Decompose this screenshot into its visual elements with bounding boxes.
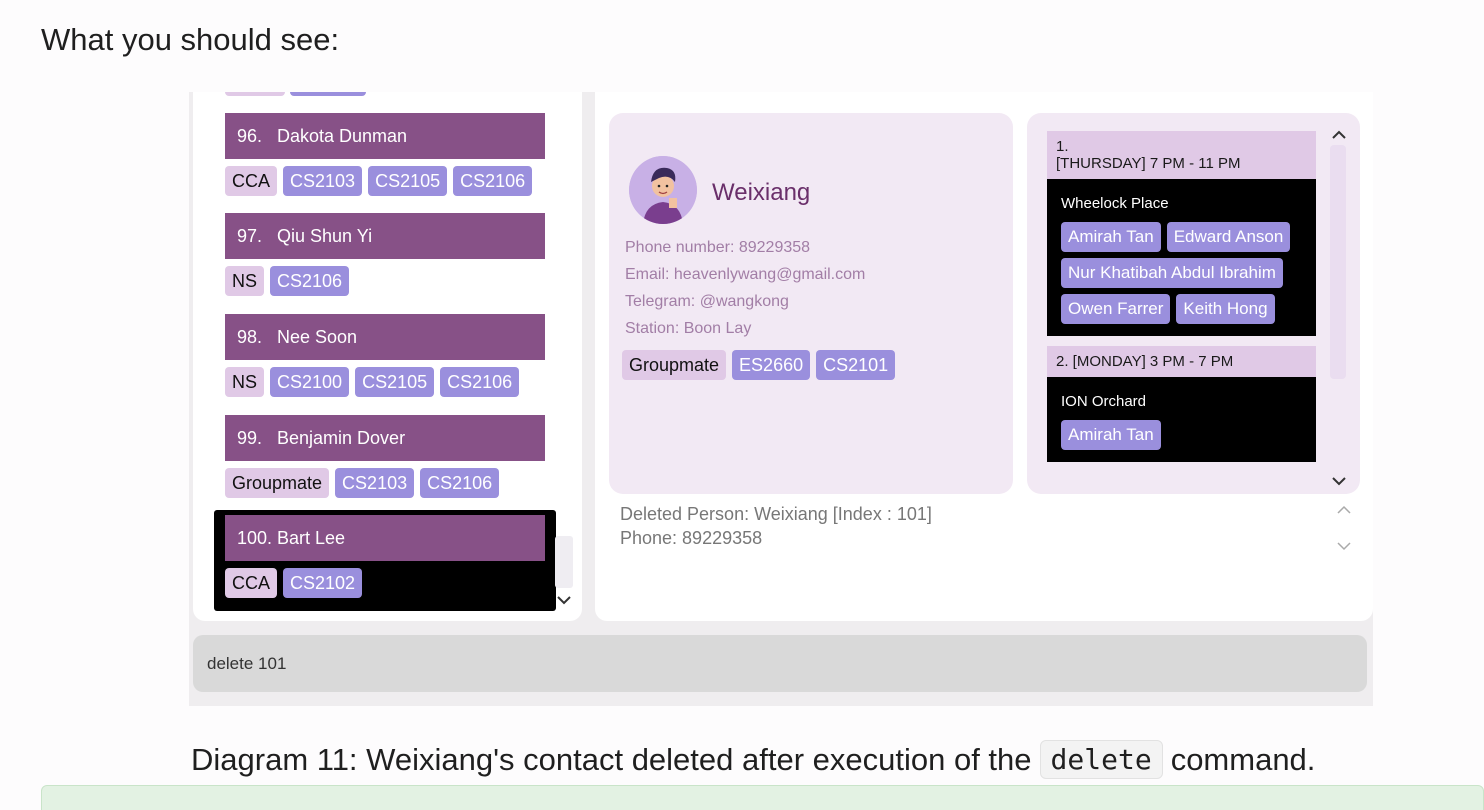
partial-tag [225,92,285,96]
person-phone: Phone number: 89229358 [625,239,811,256]
list-item-tags: NS CS2106 [225,266,545,296]
list-item-header: 99. Benjamin Dover [225,415,545,461]
tag-badge: CS2106 [270,266,350,296]
detail-panel: Weixiang Phone number: 89229358 Email: h… [595,92,1373,621]
meeting-location: ION Orchard [1061,393,1147,410]
list-item[interactable]: 99. Benjamin Dover Groupmate CS2103 CS2106 [225,415,545,498]
list-item-header: 96. Dakota Dunman [225,113,545,159]
participant-badge: Edward Anson [1166,222,1291,252]
person-station: Station: Boon Lay [625,320,752,337]
list-item-name: Dakota Dunman [277,125,408,146]
list-item-name: Nee Soon [277,326,358,347]
tag-badge: CS2102 [283,568,363,598]
meeting-header-line: 1. [1056,138,1069,155]
tag-badge: Groupmate [225,468,330,498]
person-tags: Groupmate ES2660 CS2101 [622,350,896,380]
caption-text: Diagram 11: Weixiang's contact deleted a… [191,741,1032,777]
participant-badge: Amirah Tan [1061,222,1161,252]
result-line-2: Phone: 89229358 [620,528,763,548]
meeting-body: Wheelock Place Amirah Tan Edward Anson Nur … [1047,179,1316,336]
chevron-down-icon[interactable] [1332,473,1346,491]
tag-badge: NS [225,367,265,397]
meetings-list: 1. [THURSDAY] 7 PM - 11 PM Wheelock Place A… [1047,131,1316,489]
result-display: Deleted Person: Weixiang [Index : 101] P… [620,502,932,550]
meeting-location: Wheelock Place [1061,195,1169,212]
command-input[interactable]: delete 101 [193,635,1367,692]
list-item-tags: CCA CS2102 [225,568,545,598]
chevron-up-icon[interactable] [1337,502,1351,520]
figure-caption: Diagram 11: Weixiang's contact deleted a… [191,740,1315,779]
list-item-index: 99. [237,427,263,448]
tag-badge: CS2106 [440,367,520,397]
list-item-tags: Groupmate CS2103 CS2106 [225,468,545,498]
list-item-header: 98. Nee Soon [225,314,545,360]
tag-badge: CCA [225,568,278,598]
list-item-index: 96. [237,125,263,146]
tag-badge: CS2106 [453,166,533,196]
person-card: Weixiang Phone number: 89229358 Email: h… [609,113,1013,494]
list-item[interactable]: 97. Qiu Shun Yi NS CS2106 [225,213,545,296]
meeting-header-line: 2. [MONDAY] 3 PM - 7 PM [1056,353,1234,370]
participant-badge: Owen Farrer [1061,294,1171,324]
list-item[interactable]: 100. Bart Lee CCA CS2102 [225,515,545,598]
tag-badge: CS2100 [270,367,350,397]
meetings-panel[interactable]: 1. [THURSDAY] 7 PM - 11 PM Wheelock Place A… [1027,113,1360,494]
tag-badge: CS2105 [355,367,435,397]
meeting-body: ION Orchard Amirah Tan [1047,377,1316,462]
list-item[interactable]: 96. Dakota Dunman CCA CS2103 CS2105 CS2106 [225,113,545,196]
tag-badge: CCA [225,166,278,196]
tag-badge: Groupmate [622,350,727,380]
list-item-index: 98. [237,326,263,347]
meeting-time: [THURSDAY] 7 PM - 11 PM [1056,155,1241,172]
list-item-header: 97. Qiu Shun Yi [225,213,545,259]
tag-badge: CS2105 [368,166,448,196]
list-item-index: 100. [237,527,273,548]
chevron-down-icon[interactable] [1337,538,1351,556]
list-scrollbar-thumb[interactable] [555,536,573,588]
meeting-participants: Amirah Tan Edward Anson Nur Khatibah Abdul… [1061,222,1302,324]
list-item[interactable]: 98. Nee Soon NS CS2100 CS2105 CS2106 [225,314,545,397]
list-item-tags: CCA CS2103 CS2105 CS2106 [225,166,545,196]
page-heading: What you should see: [41,22,340,57]
participant-badge: Nur Khatibah Abdul Ibrahim [1061,258,1283,288]
note-box [41,785,1484,810]
list-item-name: Qiu Shun Yi [277,225,373,246]
list-item-name: Bart Lee [277,527,346,548]
meeting-item[interactable]: 1. [THURSDAY] 7 PM - 11 PM Wheelock Place A… [1047,131,1316,336]
app-window: 96. Dakota Dunman CCA CS2103 CS2105 CS2106 97.… [189,92,1373,706]
person-telegram: Telegram: @wangkong [625,293,789,310]
list-item-header: 100. Bart Lee [225,515,545,561]
meeting-header: 2. [MONDAY] 3 PM - 7 PM [1047,346,1316,377]
tag-badge: ES2660 [732,350,811,380]
list-item-tags: NS CS2100 CS2105 CS2106 [225,367,545,397]
meeting-item[interactable]: 2. [MONDAY] 3 PM - 7 PM ION Orchard Amirah… [1047,346,1316,462]
avatar [629,156,697,224]
tag-badge: CS2103 [335,468,415,498]
chevron-down-icon[interactable] [557,592,571,610]
list-item-name: Benjamin Dover [277,427,406,448]
tag-badge: CS2103 [283,166,363,196]
participant-badge: Keith Hong [1176,294,1275,324]
person-name: Weixiang [712,179,811,206]
meetings-scrollbar[interactable] [1330,145,1346,379]
caption-code: delete [1039,740,1163,779]
tag-badge: CS2101 [816,350,896,380]
participant-badge: Amirah Tan [1061,420,1161,450]
person-list-panel[interactable]: 96. Dakota Dunman CCA CS2103 CS2105 CS2106 97.… [193,92,582,621]
tag-badge: NS [225,266,265,296]
tag-badge: CS2106 [420,468,500,498]
caption-text-end: command. [1170,741,1316,777]
person-email: Email: heavenlywang@gmail.com [625,266,866,283]
meeting-header: 1. [THURSDAY] 7 PM - 11 PM [1047,131,1316,179]
list-item-index: 97. [237,225,263,246]
chevron-up-icon[interactable] [1332,127,1346,145]
result-line-1: Deleted Person: Weixiang [Index : 101] [620,504,932,524]
meeting-participants: Amirah Tan [1061,420,1302,450]
partial-tag [290,92,366,96]
